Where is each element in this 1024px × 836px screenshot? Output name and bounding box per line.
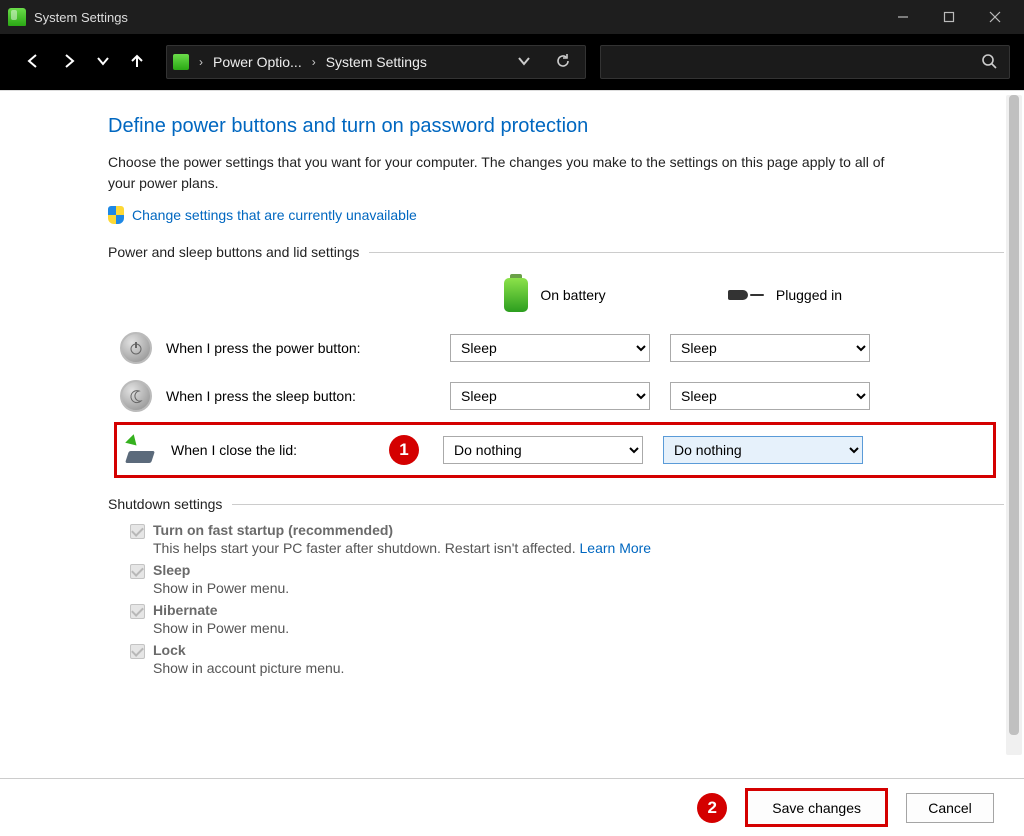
sleep-label: Sleep [153,562,289,578]
power-button-label: When I press the power button: [166,340,361,356]
nav-back-button[interactable] [24,52,42,73]
lid-close-battery-select[interactable]: Do nothing [443,436,643,464]
hibernate-checkbox [130,604,145,619]
plug-icon [728,286,764,304]
app-icon [8,8,26,26]
search-icon [981,53,997,72]
section-power-buttons-title: Power and sleep buttons and lid settings [108,244,1004,260]
nav-up-button[interactable] [128,52,146,73]
window-title: System Settings [34,10,128,25]
annotation-badge-1: 1 [389,435,419,465]
learn-more-link[interactable]: Learn More [580,540,652,556]
change-settings-link[interactable]: Change settings that are currently unava… [132,207,417,223]
refresh-button[interactable] [547,53,579,72]
column-on-battery: On battery [450,278,660,312]
sleep-button-battery-select[interactable]: Sleep [450,382,650,410]
hibernate-desc: Show in Power menu. [153,620,289,636]
sleep-button-label: When I press the sleep button: [166,388,356,404]
section-shutdown-title: Shutdown settings [108,496,1004,512]
lid-close-icon [123,437,157,463]
battery-icon [504,278,528,312]
sleep-button-icon [120,380,152,412]
breadcrumb-power-options[interactable]: Power Optio... [213,54,302,70]
power-button-plugged-select[interactable]: Sleep [670,334,870,362]
cancel-button[interactable]: Cancel [906,793,994,823]
breadcrumb-separator-icon: › [199,55,203,69]
lid-close-label: When I close the lid: [171,442,297,458]
address-dropdown-icon[interactable] [509,54,539,71]
nav-forward-button[interactable] [60,52,78,73]
save-changes-button[interactable]: Save changes [745,788,888,827]
address-bar[interactable]: › Power Optio... › System Settings [166,45,586,79]
lock-label: Lock [153,642,344,658]
lid-close-row-highlight: When I close the lid: 1 Do nothing Do no… [114,422,996,478]
breadcrumb-icon [173,54,189,70]
column-plugged-in: Plugged in [680,286,890,304]
lid-close-plugged-select[interactable]: Do nothing [663,436,863,464]
search-bar[interactable] [600,45,1010,79]
sleep-desc: Show in Power menu. [153,580,289,596]
footer-actions: 2 Save changes Cancel [0,778,1024,836]
lock-desc: Show in account picture menu. [153,660,344,676]
navigation-toolbar: › Power Optio... › System Settings [0,34,1024,90]
annotation-badge-2: 2 [697,793,727,823]
lock-checkbox [130,644,145,659]
shield-icon [108,206,124,224]
fast-startup-label: Turn on fast startup (recommended) [153,522,651,538]
sleep-checkbox [130,564,145,579]
breadcrumb-separator-icon: › [312,55,316,69]
fast-startup-checkbox [130,524,145,539]
page-description: Choose the power settings that you want … [108,152,888,194]
power-button-icon [120,332,152,364]
close-button[interactable] [972,0,1018,34]
breadcrumb-system-settings[interactable]: System Settings [326,54,427,70]
window-titlebar: System Settings [0,0,1024,34]
nav-history-dropdown[interactable] [96,54,110,71]
page-heading: Define power buttons and turn on passwor… [108,115,1004,138]
fast-startup-desc: This helps start your PC faster after sh… [153,540,651,556]
minimize-button[interactable] [880,0,926,34]
vertical-scrollbar[interactable] [1006,95,1022,755]
hibernate-label: Hibernate [153,602,289,618]
sleep-button-plugged-select[interactable]: Sleep [670,382,870,410]
power-button-battery-select[interactable]: Sleep [450,334,650,362]
maximize-button[interactable] [926,0,972,34]
